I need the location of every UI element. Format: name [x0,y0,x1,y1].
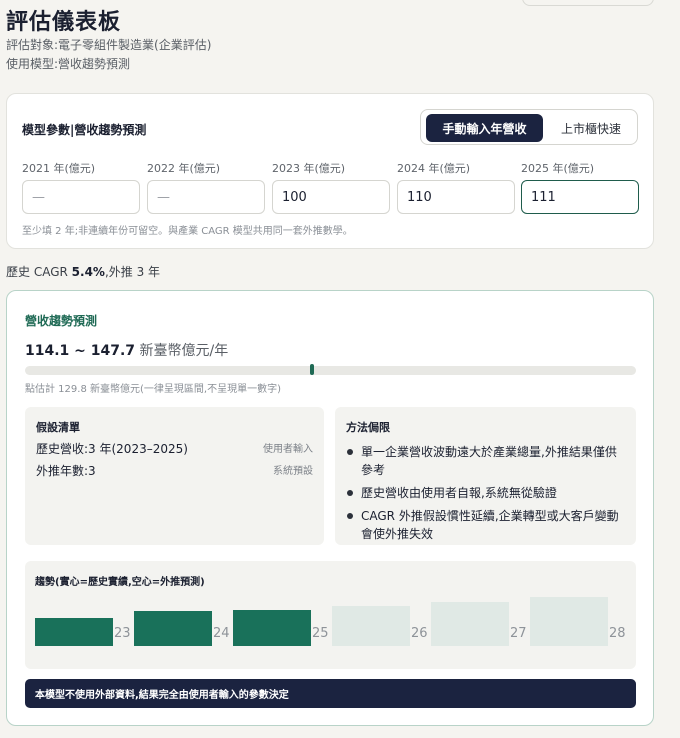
year-field-2025: 2025 年(億元) [521,160,639,214]
assumptions-panel: 假設清單 歷史營收:3 年(2023–2025) 使用者輸入 外推年數:3 系統… [25,407,324,545]
projected-bar [530,597,608,646]
listed-quick-mode-button[interactable]: 上市櫃快速 [547,114,635,142]
params-hint: 至少填 2 年;非連續年份可留空。與產業 CAGR 模型共用同一套外推數學。 [22,226,353,237]
year-field-2023: 2023 年(億元) [272,160,390,214]
point-estimate-marker [310,364,315,375]
page-title: 評估儀表板 [6,10,122,35]
assumption-source: 使用者輸入 [263,444,313,455]
year-label-2022: 2022 年(億元) [147,162,221,175]
trend-year-label: 23 [114,626,131,641]
year-label-2023: 2023 年(億元) [272,162,346,175]
year-field-2021: 2021 年(億元) [22,160,140,214]
year-label-2024: 2024 年(億元) [397,162,471,175]
forecast-range-unit: 新臺幣億元/年 [135,343,229,359]
cagr-summary: 歷史 CAGR 5.4%,外推 3 年 [6,263,160,280]
point-estimate-note: 點估計 129.8 新臺幣億元(一律呈現區間,不呈現單一數字) [25,384,281,395]
revenue-input-2023[interactable] [272,180,390,214]
params-title: 模型參數|營收趨勢預測 [22,123,147,137]
cagr-suffix: ,外推 3 年 [104,265,161,279]
assumption-source: 系統預設 [273,466,313,477]
limitations-list: 單一企業營收波動遠大於產業總量,外推結果僅供參考 歷史營收由使用者自報,系統無從… [346,443,628,548]
top-chip [522,0,654,6]
year-field-2022: 2022 年(億元) [147,160,265,214]
cagr-value: 5.4% [71,265,105,279]
revenue-input-2022[interactable] [147,180,265,214]
trend-panel: 趨勢(實心=歷史實績,空心=外推預測) 23 24 25 26 27 28 [25,561,636,669]
projected-bar [431,602,509,646]
input-mode-toggle: 手動輸入年營收 上市櫃快速 [420,109,638,145]
trend-year-label: 28 [609,626,626,641]
year-label-2025: 2025 年(億元) [521,162,595,175]
historical-bar [35,618,113,646]
trend-chart: 23 24 25 26 27 28 [25,561,636,669]
limitation-item: CAGR 外推假設慣性延續,企業轉型或大客戶變動會使外推失效 [346,507,628,543]
year-label-2021: 2021 年(億元) [22,162,96,175]
trend-year-label: 26 [411,626,428,641]
params-card: 模型參數|營收趨勢預測 手動輸入年營收 上市櫃快速 2021 年(億元) 202… [6,93,654,249]
data-source-banner: 本模型不使用外部資料,結果完全由使用者輸入的參數決定 [25,679,636,708]
revenue-input-2021[interactable] [22,180,140,214]
limitation-item: 歷史營收由使用者自報,系統無從驗證 [346,484,628,502]
assumption-label: 外推年數:3 [36,464,96,478]
limitations-panel: 方法侷限 單一企業營收波動遠大於產業總量,外推結果僅供參考 歷史營收由使用者自報… [335,407,636,545]
trend-year-label: 24 [213,626,230,641]
revenue-input-2025[interactable] [521,180,639,214]
trend-year-label: 27 [510,626,527,641]
forecast-range-value: 114.1 ~ 147.7 [25,343,136,359]
assumption-item: 歷史營收:3 年(2023–2025) 使用者輸入 [36,440,313,457]
limitations-title: 方法侷限 [346,421,390,434]
assessment-subject: 評估對象:電子零組件製造業(企業評估) [6,38,212,52]
year-field-2024: 2024 年(億元) [397,160,515,214]
projected-bar [332,606,410,646]
forecast-title: 營收趨勢預測 [25,314,98,328]
trend-year-label: 25 [312,626,329,641]
revenue-input-2024[interactable] [397,180,515,214]
assumption-label: 歷史營收:3 年(2023–2025) [36,442,188,456]
assumptions-title: 假設清單 [36,421,80,434]
assumption-item: 外推年數:3 系統預設 [36,462,313,479]
cagr-prefix: 歷史 CAGR [6,265,72,279]
forecast-card: 營收趨勢預測 114.1 ~ 147.7 新臺幣億元/年 點估計 129.8 新… [6,290,654,726]
historical-bar [233,610,311,646]
forecast-range: 114.1 ~ 147.7 新臺幣億元/年 [25,340,228,360]
manual-input-mode-button[interactable]: 手動輸入年營收 [426,114,543,142]
historical-bar [134,611,212,646]
limitation-item: 單一企業營收波動遠大於產業總量,外推結果僅供參考 [346,443,628,479]
forecast-range-bar [25,364,636,375]
model-in-use: 使用模型:營收趨勢預測 [6,57,131,71]
